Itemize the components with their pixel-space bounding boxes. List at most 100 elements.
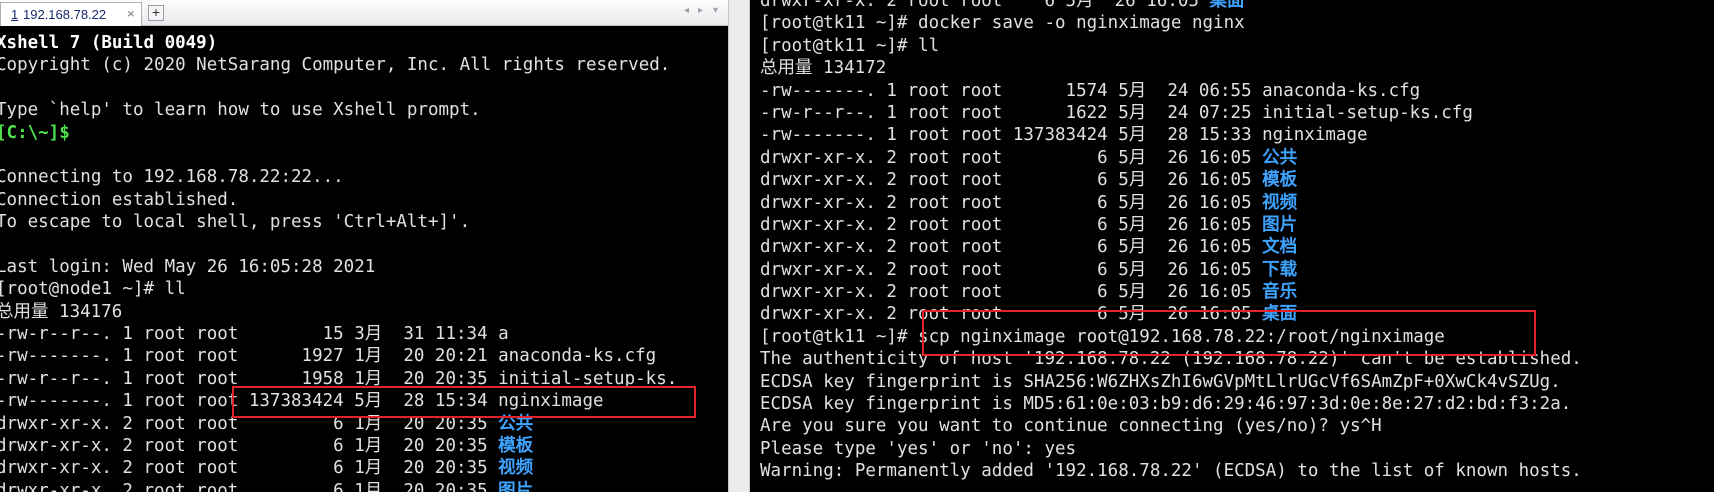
terminal-text: drwxr-xr-x. 2 root root 6 5月 26 16:05 <box>760 282 1263 303</box>
terminal-text: [root@tk11 ~]# scp nginximage root@192.1… <box>760 326 1445 347</box>
directory-name: 视频 <box>498 458 534 479</box>
terminal-line: -rw-------. 1 root root 1574 5月 24 06:55… <box>760 80 1714 102</box>
terminal-text: drwxr-xr-x. 2 root root 6 5月 26 16:05 <box>760 304 1263 325</box>
terminal-line: drwxr-xr-x. 2 root root 6 1月 20 20:35 视频 <box>0 457 720 479</box>
tab-index: 1 <box>11 7 19 22</box>
terminal-text: Please type 'yes' or 'no': yes <box>760 438 1077 459</box>
terminal-line: -rw-r--r--. 1 root root 15 3月 31 11:34 a <box>0 323 720 345</box>
terminal-line: [root@tk11 ~]# scp nginximage root@192.1… <box>760 326 1714 348</box>
terminal-text: -rw-r--r--. 1 root root 1958 1月 20 20:35… <box>0 368 678 389</box>
terminal-line: To escape to local shell, press 'Ctrl+Al… <box>0 211 720 233</box>
terminal-line: Copyright (c) 2020 NetSarang Computer, I… <box>0 54 720 76</box>
terminal-line: 总用量 134176 <box>0 301 720 323</box>
terminal-line: drwxr-xr-x. 2 root root 6 5月 26 16:05 视频 <box>760 192 1714 214</box>
add-tab-button[interactable]: + <box>148 5 164 21</box>
terminal-text: drwxr-xr-x. 2 root root 6 5月 26 16:05 <box>760 0 1210 11</box>
terminal-text: -rw-r--r--. 1 root root 15 3月 31 11:34 a <box>0 324 509 345</box>
terminal-line: drwxr-xr-x. 2 root root 6 1月 20 20:35 图片 <box>0 480 720 492</box>
directory-name: 下载 <box>1262 259 1298 280</box>
pane-splitter[interactable] <box>728 0 750 492</box>
terminal-line: -rw-------. 1 root root 1927 1月 20 20:21… <box>0 345 720 367</box>
terminal-line: drwxr-xr-x. 2 root root 6 5月 26 16:05 音乐 <box>760 281 1714 303</box>
terminal-line: -rw-------. 1 root root 137383424 5月 28 … <box>0 390 720 412</box>
directory-name: 模板 <box>498 436 534 457</box>
terminal-text: -rw-------. 1 root root 1927 1月 20 20:21… <box>0 346 657 367</box>
terminal-line: drwxr-xr-x. 2 root root 6 5月 26 16:05 下载 <box>760 259 1714 281</box>
directory-name: 桌面 <box>1262 304 1298 325</box>
terminal-line: drwxr-xr-x. 2 root root 6 1月 20 20:35 模板 <box>0 435 720 457</box>
directory-name: 模板 <box>1262 170 1298 191</box>
left-session-pane[interactable]: 1 192.168.78.22 × + ◂ ▸ ▾ Xshell 7 (Buil… <box>0 0 728 492</box>
terminal-text: ECDSA key fingerprint is SHA256:W6ZHXsZh… <box>760 371 1561 392</box>
terminal-line: The authenticity of host '192.168.78.22 … <box>760 348 1714 370</box>
terminal-text: -rw-------. 1 root root 137383424 5月 28 … <box>0 391 604 412</box>
right-session-pane[interactable]: drwxr-xr-x. 2 root root 6 5月 26 16:05 桌面… <box>750 0 1714 492</box>
tab-prev-icon[interactable]: ◂ <box>684 5 689 16</box>
terminal-line: Xshell 7 (Build 0049) <box>0 32 720 54</box>
terminal-line: drwxr-xr-x. 2 root root 6 1月 20 20:35 公共 <box>0 413 720 435</box>
terminal-line: drwxr-xr-x. 2 root root 6 5月 26 16:05 模板 <box>760 169 1714 191</box>
terminal-text: drwxr-xr-x. 2 root root 6 1月 20 20:35 <box>0 436 499 457</box>
terminal-text: [root@tk11 ~]# docker save -o nginximage… <box>760 13 1245 34</box>
terminal-line: Last login: Wed May 26 16:05:28 2021 <box>0 256 720 278</box>
terminal-line: [root@tk11 ~]# ll <box>760 35 1714 57</box>
tab-menu-icon[interactable]: ▾ <box>713 5 718 16</box>
terminal-line: drwxr-xr-x. 2 root root 6 5月 26 16:05 桌面 <box>760 0 1714 12</box>
terminal-line: ECDSA key fingerprint is SHA256:W6ZHXsZh… <box>760 371 1714 393</box>
terminal-line: -rw-------. 1 root root 137383424 5月 28 … <box>760 124 1714 146</box>
xshell-window: 1 192.168.78.22 × + ◂ ▸ ▾ Xshell 7 (Buil… <box>0 0 1714 492</box>
terminal-line: Connecting to 192.168.78.22:22... <box>0 166 720 188</box>
terminal-line: Are you sure you want to continue connec… <box>760 415 1714 437</box>
terminal-text: drwxr-xr-x. 2 root root 6 5月 26 16:05 <box>760 259 1263 280</box>
terminal-text: [C:\~]$ <box>0 122 70 143</box>
tab-label: 192.168.78.22 <box>23 7 107 22</box>
directory-name: 音乐 <box>1262 282 1298 303</box>
terminal-line: [root@tk11 ~]# docker save -o nginximage… <box>760 12 1714 34</box>
terminal-text: ECDSA key fingerprint is MD5:61:0e:03:b9… <box>760 394 1572 415</box>
terminal-line: drwxr-xr-x. 2 root root 6 5月 26 16:05 图片 <box>760 214 1714 236</box>
terminal-line: -rw-r--r--. 1 root root 1958 1月 20 20:35… <box>0 368 720 390</box>
right-terminal-output[interactable]: drwxr-xr-x. 2 root root 6 5月 26 16:05 桌面… <box>760 0 1714 492</box>
directory-name: 桌面 <box>1209 0 1245 11</box>
terminal-text: The authenticity of host '192.168.78.22 … <box>760 349 1582 370</box>
terminal-text: drwxr-xr-x. 2 root root 6 1月 20 20:35 <box>0 480 499 492</box>
terminal-text: Copyright (c) 2020 NetSarang Computer, I… <box>0 55 671 76</box>
terminal-text: [root@node1 ~]# ll <box>0 279 186 300</box>
terminal-text: [root@tk11 ~]# ll <box>760 35 940 56</box>
directory-name: 文档 <box>1262 237 1298 258</box>
terminal-line: ECDSA key fingerprint is MD5:61:0e:03:b9… <box>760 393 1714 415</box>
terminal-text: drwxr-xr-x. 2 root root 6 5月 26 16:05 <box>760 237 1263 258</box>
directory-name: 视频 <box>1262 192 1298 213</box>
close-icon[interactable]: × <box>127 6 135 21</box>
terminal-text: drwxr-xr-x. 2 root root 6 5月 26 16:05 <box>760 147 1263 168</box>
terminal-text: Connecting to 192.168.78.22:22... <box>0 167 344 188</box>
terminal-text: drwxr-xr-x. 2 root root 6 5月 26 16:05 <box>760 192 1263 213</box>
terminal-line: drwxr-xr-x. 2 root root 6 5月 26 16:05 文档 <box>760 236 1714 258</box>
terminal-line: drwxr-xr-x. 2 root root 6 5月 26 16:05 桌面 <box>760 303 1714 325</box>
terminal-text: drwxr-xr-x. 2 root root 6 5月 26 16:05 <box>760 170 1263 191</box>
terminal-line: -rw-r--r--. 1 root root 1622 5月 24 07:25… <box>760 102 1714 124</box>
terminal-line: Connection established. <box>0 189 720 211</box>
terminal-line: [C:\~]$ <box>0 122 720 144</box>
terminal-text: Are you sure you want to continue connec… <box>760 416 1382 437</box>
terminal-text: drwxr-xr-x. 2 root root 6 1月 20 20:35 <box>0 413 499 434</box>
terminal-text: -rw-------. 1 root root 137383424 5月 28 … <box>760 125 1368 146</box>
terminal-text: drwxr-xr-x. 2 root root 6 5月 26 16:05 <box>760 214 1263 235</box>
tab-next-icon[interactable]: ▸ <box>698 5 703 16</box>
terminal-text: 总用量 134176 <box>0 301 123 322</box>
terminal-text: drwxr-xr-x. 2 root root 6 1月 20 20:35 <box>0 458 499 479</box>
directory-name: 公共 <box>498 413 534 434</box>
terminal-line: drwxr-xr-x. 2 root root 6 5月 26 16:05 公共 <box>760 147 1714 169</box>
terminal-line: Please type 'yes' or 'no': yes <box>760 438 1714 460</box>
directory-name: 图片 <box>1262 214 1298 235</box>
terminal-text: -rw-------. 1 root root 1574 5月 24 06:55… <box>760 80 1421 101</box>
left-terminal-output[interactable]: Xshell 7 (Build 0049) Copyright (c) 2020 … <box>0 32 720 492</box>
terminal-text: To escape to local shell, press 'Ctrl+Al… <box>0 212 471 233</box>
tab-session-192-168-78-22[interactable]: 1 192.168.78.22 × <box>0 2 142 26</box>
terminal-line: Warning: Permanently added '192.168.78.2… <box>760 460 1714 482</box>
terminal-text: Connection established. <box>0 189 239 210</box>
terminal-text: Last login: Wed May 26 16:05:28 2021 <box>0 256 376 277</box>
